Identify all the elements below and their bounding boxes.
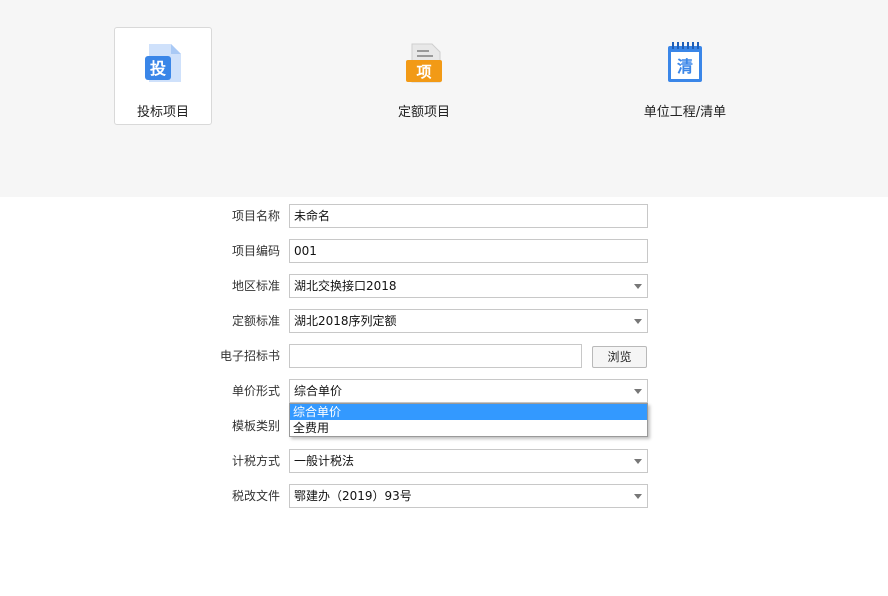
dropdown-option-full-cost[interactable]: 全费用 <box>290 420 647 436</box>
unit-price-form-value: 综合单价 <box>294 384 343 398</box>
chevron-down-icon <box>634 389 642 394</box>
chevron-down-icon <box>634 319 642 324</box>
chevron-down-icon <box>634 284 642 289</box>
bill-icon-char: 清 <box>677 57 693 76</box>
quota-standard-value: 湖北2018序列定额 <box>294 314 397 328</box>
unit-price-form-dropdown: 综合单价 全费用 <box>289 403 648 437</box>
project-type-quota[interactable]: 项 定额项目 <box>375 27 473 125</box>
tax-method-value: 一般计税法 <box>294 454 355 468</box>
tax-reform-file-value: 鄂建办（2019）93号 <box>294 489 412 503</box>
quota-standard-select[interactable]: 湖北2018序列定额 <box>289 309 648 333</box>
tax-reform-file-select[interactable]: 鄂建办（2019）93号 <box>289 484 648 508</box>
quota-icon-char: 项 <box>416 63 431 81</box>
project-code-input[interactable]: 001 <box>289 239 648 263</box>
project-code-label: 项目编码 <box>231 244 280 258</box>
project-name-input[interactable]: 未命名 <box>289 204 648 228</box>
project-type-label: 定额项目 <box>397 105 450 120</box>
chevron-down-icon <box>634 494 642 499</box>
tax-reform-file-label: 税改文件 <box>231 489 280 503</box>
region-standard-select[interactable]: 湖北交换接口2018 <box>289 274 648 298</box>
tax-method-select[interactable]: 一般计税法 <box>289 449 648 473</box>
region-standard-label: 地区标准 <box>231 279 280 293</box>
tax-method-label: 计税方式 <box>231 454 280 468</box>
project-type-label: 投标项目 <box>136 105 189 120</box>
bid-icon-char: 投 <box>150 59 166 78</box>
bid-project-icon: 投 <box>145 44 181 82</box>
quota-project-icon: 项 <box>406 43 442 83</box>
browse-button[interactable]: 浏览 <box>592 346 647 368</box>
project-type-bill[interactable]: 清 单位工程/清单 <box>636 27 734 125</box>
region-standard-value: 湖北交换接口2018 <box>294 279 397 293</box>
project-type-bid[interactable]: 投 投标项目 <box>114 27 212 125</box>
project-name-label: 项目名称 <box>231 209 280 223</box>
dropdown-option-integrated-unit-price[interactable]: 综合单价 <box>290 404 647 420</box>
tender-file-input[interactable] <box>289 344 582 368</box>
tender-file-label: 电子招标书 <box>219 349 280 363</box>
chevron-down-icon <box>634 459 642 464</box>
unit-price-form-select[interactable]: 综合单价 <box>289 379 648 403</box>
unit-price-form-label: 单价形式 <box>231 384 280 398</box>
bill-list-icon: 清 <box>668 42 702 82</box>
quota-standard-label: 定额标准 <box>231 314 280 328</box>
project-type-label: 单位工程/清单 <box>643 105 727 120</box>
template-category-label: 模板类别 <box>231 419 280 433</box>
project-type-panel: 投 投标项目 项 定额项目 清 单位工程/清单 <box>0 0 888 197</box>
